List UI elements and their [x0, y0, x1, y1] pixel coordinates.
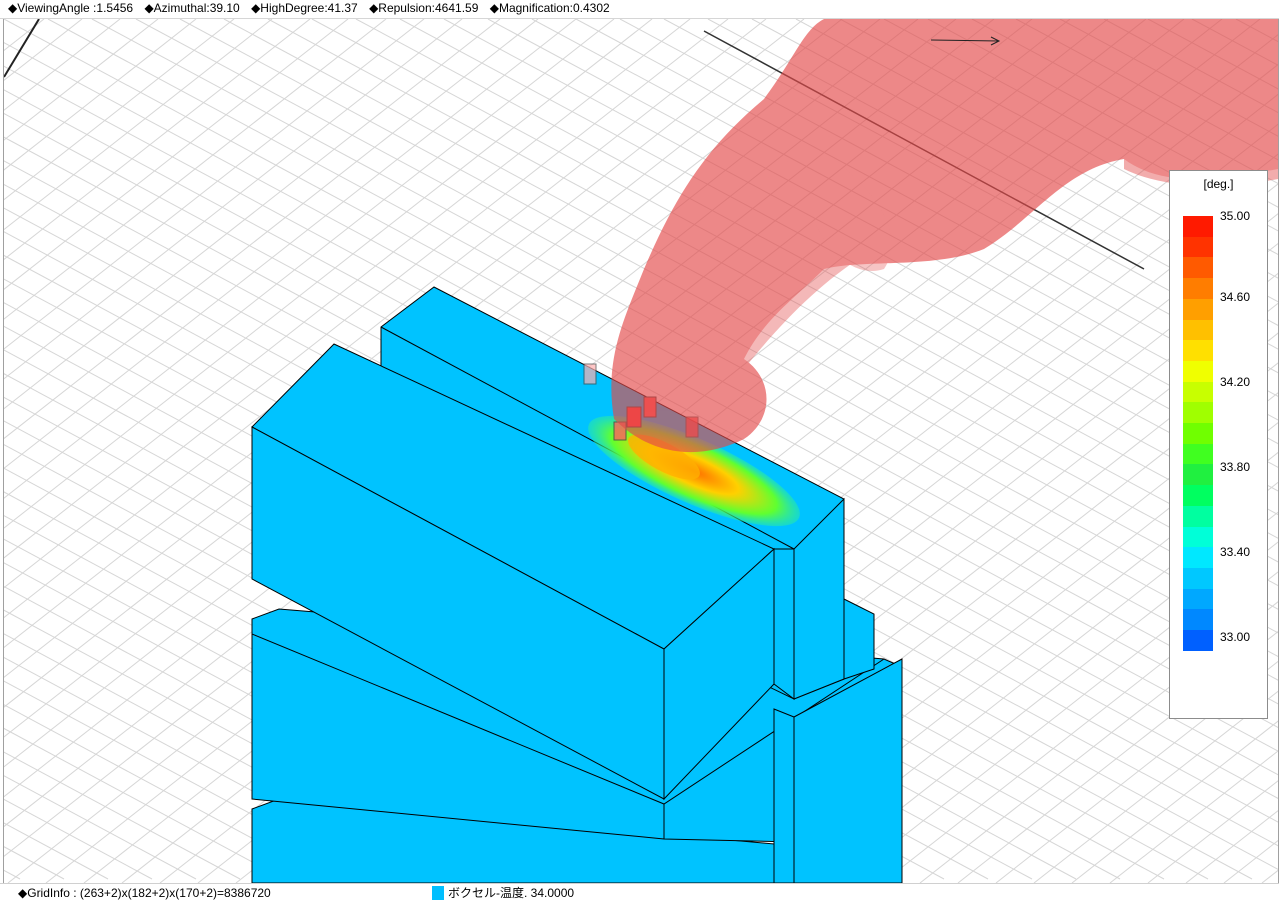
viewing-angle-readout: ◆ViewingAngle :1.5456 [8, 1, 134, 15]
legend-color-step [1183, 567, 1213, 589]
legend-tick-34-20: 34.20 [1220, 375, 1251, 389]
grid-info-text: ◆GridInfo : (263+2)x(182+2)x(170+2)=8386… [18, 886, 428, 902]
repulsion-readout: ◆Repulsion:4641.59 [369, 1, 479, 15]
floor-grid-border [4, 19, 40, 78]
view-parameters-bar: ◆ViewingAngle :1.5456 ◆Azimuthal:39.10 ◆… [0, 0, 1279, 19]
legend-color-step [1183, 423, 1213, 444]
legend-color-step [1183, 319, 1213, 341]
voxel-temperature-text: ボクセル-温度. 34.0000 [448, 886, 1000, 902]
scene-canvas[interactable] [4, 19, 1278, 883]
legend-tick-33-00: 33.00 [1220, 630, 1251, 644]
grid-line [4, 751, 241, 880]
legend-color-step [1183, 278, 1213, 299]
legend-color-step [1183, 630, 1213, 651]
legend-color-step [1183, 340, 1213, 361]
status-bar: ◆GridInfo : (263+2)x(182+2)x(170+2)=8386… [0, 883, 1279, 906]
legend-color-step [1183, 298, 1213, 320]
legend-color-step [1183, 505, 1213, 527]
legend-color-step [1183, 526, 1213, 548]
legend-color-step [1183, 547, 1213, 568]
legend-tick-35-00: 35.00 [1220, 209, 1251, 223]
3d-viewport[interactable] [3, 19, 1279, 883]
legend-tick-33-40: 33.40 [1220, 545, 1251, 559]
legend-color-step [1183, 236, 1213, 258]
legend-tick-33-80: 33.80 [1220, 460, 1251, 474]
grid-line [4, 19, 45, 52]
legend-color-step [1183, 609, 1213, 631]
legend-unit: [deg.] [1203, 177, 1234, 191]
high-degree-readout: ◆HighDegree:41.37 [251, 1, 358, 15]
legend-color-step [1183, 360, 1213, 382]
voxel-color-swatch [432, 886, 444, 900]
legend-tick-34-60: 34.60 [1220, 290, 1251, 304]
legend-color-step [1183, 402, 1213, 424]
legend-color-step [1183, 257, 1213, 279]
grid-line [4, 19, 235, 201]
legend-color-bar [1183, 216, 1213, 651]
legend-color-step [1183, 443, 1213, 465]
magnification-readout: ◆Magnification:0.4302 [489, 1, 610, 15]
legend-color-step [1183, 381, 1213, 403]
legend-color-step [1183, 216, 1213, 237]
grid-line [4, 19, 197, 171]
legend-color-step [1183, 588, 1213, 610]
azimuthal-readout: ◆Azimuthal:39.10 [144, 1, 240, 15]
legend-color-step [1183, 464, 1213, 486]
legend-color-step [1183, 485, 1213, 506]
color-scale-legend: [deg.] 35.00 34.60 34.20 33.80 33.40 33.… [1169, 170, 1268, 719]
grid-line [4, 798, 153, 880]
